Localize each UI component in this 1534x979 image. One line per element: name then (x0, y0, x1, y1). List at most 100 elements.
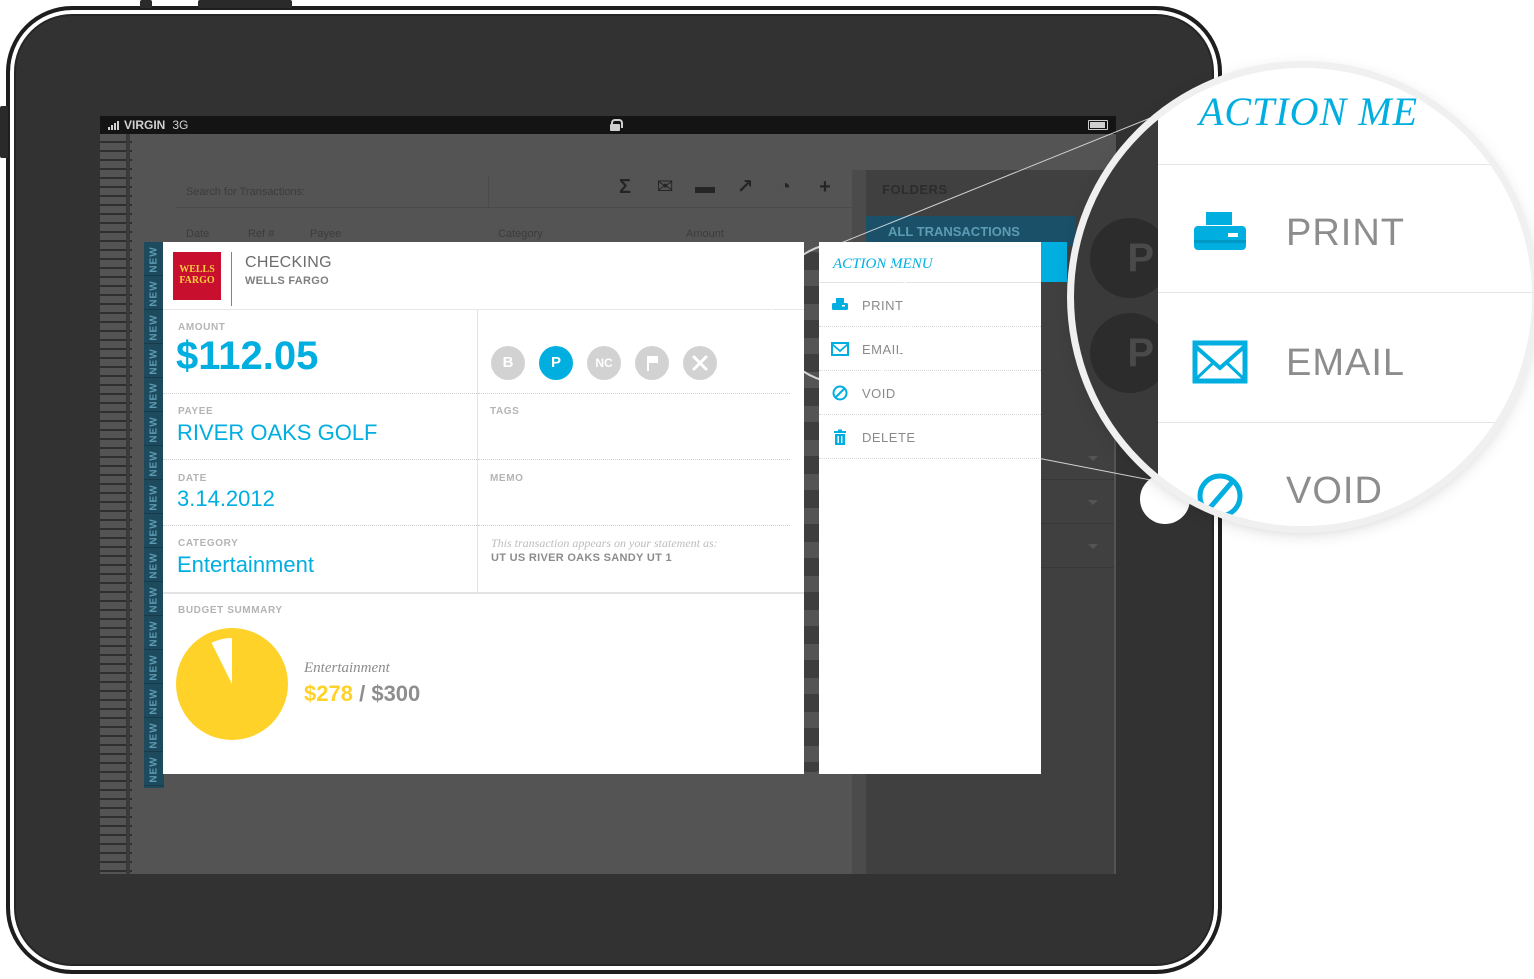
statement-note: This transaction appears on your stateme… (491, 536, 718, 550)
new-tag: NEW (144, 650, 164, 684)
status-p-button[interactable]: P (539, 346, 573, 380)
budget-separator: / (359, 681, 366, 706)
budget-divider (163, 592, 804, 594)
printer-icon (1194, 212, 1246, 250)
new-tag-label: NEW (148, 381, 160, 409)
category-label: CATEGORY (178, 538, 239, 549)
payee-field[interactable]: PAYEE RIVER OAKS GOLF (163, 394, 477, 460)
void-icon (832, 385, 848, 401)
new-tag-label: NEW (148, 551, 160, 579)
new-tag: NEW (144, 378, 164, 412)
envelope-icon (1192, 340, 1248, 384)
status-nc-button[interactable]: NC (587, 346, 621, 380)
account-header: WELLS FARGO CHECKING WELLS FARGO (163, 242, 804, 310)
sigma-icon[interactable]: Σ (612, 174, 638, 200)
tags-field[interactable]: TAGS (478, 394, 790, 460)
category-value: Entertainment (177, 552, 314, 577)
new-tag-label: NEW (148, 449, 160, 477)
zoom-magnifier: P P ACTION ME PRINT EMAIL VOID (1074, 68, 1532, 526)
envelope-icon[interactable]: ✉ (652, 174, 678, 200)
memo-label: MEMO (490, 473, 524, 484)
date-label: DATE (178, 473, 207, 484)
new-tag-label: NEW (148, 755, 160, 783)
new-tag: NEW (144, 684, 164, 718)
clear-button[interactable] (683, 346, 717, 380)
pie-chart-icon[interactable]: ◔ (772, 174, 798, 200)
device-button (140, 0, 152, 8)
date-field[interactable]: DATE 3.14.2012 (163, 460, 477, 526)
share-icon[interactable]: ↗ (732, 174, 758, 200)
zoom-item-print[interactable]: PRINT (1286, 212, 1405, 255)
device-volume-button (0, 106, 8, 158)
new-tag: NEW (144, 718, 164, 752)
column-header-amount[interactable]: Amount (686, 228, 724, 240)
plus-icon[interactable]: + (812, 174, 838, 200)
carrier-name: VIRGIN (124, 118, 166, 132)
column-header-ref[interactable]: Ref # (248, 228, 274, 240)
status-b-button[interactable]: B (491, 346, 525, 380)
printer-icon[interactable]: ▬ (692, 174, 718, 200)
search-divider (488, 176, 489, 208)
new-tag-label: NEW (148, 279, 160, 307)
menu-item-delete[interactable]: DELETE (819, 415, 1041, 459)
menu-item-label: DELETE (862, 430, 916, 445)
header-divider (231, 252, 232, 306)
column-header-payee[interactable]: Payee (310, 228, 341, 240)
new-tag-label: NEW (148, 721, 160, 749)
zoom-divider (1158, 422, 1532, 423)
new-tags-column: NEW NEW NEW NEW NEW NEW NEW NEW NEW NEW NEW NEW NEW N… (144, 242, 164, 788)
memo-field[interactable]: MEMO (478, 460, 790, 526)
signal-group: VIRGIN 3G (108, 116, 188, 134)
void-icon (1197, 473, 1243, 516)
new-tag: NEW (144, 548, 164, 582)
trash-icon (834, 429, 846, 445)
share-tab-button[interactable] (1041, 242, 1067, 282)
account-title: CHECKING (245, 254, 332, 271)
folders-label: FOLDERS (882, 182, 948, 197)
zoom-item-void[interactable]: VOID (1286, 470, 1383, 513)
zoom-dark-area (1074, 68, 1158, 526)
column-header-date[interactable]: Date (186, 228, 209, 240)
zoom-item-email[interactable]: EMAIL (1286, 342, 1405, 385)
status-field (478, 310, 790, 394)
zoom-menu-area (1158, 68, 1532, 526)
zoom-lens-ring (771, 242, 913, 384)
tags-label: TAGS (490, 406, 520, 417)
amount-value: $112.05 (176, 334, 319, 378)
new-tag-label: NEW (148, 415, 160, 443)
new-tag-label: NEW (148, 585, 160, 613)
close-icon (692, 355, 708, 371)
budget-spent: $278 (304, 681, 353, 706)
new-tag-label: NEW (148, 313, 160, 341)
status-bar: VIRGIN 3G (100, 116, 1116, 134)
payee-value: RIVER OAKS GOLF (177, 420, 378, 445)
flag-button[interactable] (635, 346, 669, 380)
flag-icon (647, 356, 658, 371)
device-power-button (198, 0, 292, 8)
category-field[interactable]: CATEGORY Entertainment (163, 526, 477, 592)
menu-item-label: VOID (862, 386, 896, 401)
transaction-detail-card: WELLS FARGO CHECKING WELLS FARGO AMOUNT … (163, 242, 804, 774)
column-header-category[interactable]: Category (498, 228, 543, 240)
amount-field[interactable]: AMOUNT $112.05 (163, 310, 477, 394)
new-tag: NEW (144, 242, 164, 276)
network-type: 3G (172, 118, 189, 132)
budget-total: $300 (371, 681, 421, 706)
payee-label: PAYEE (178, 406, 214, 417)
new-tag: NEW (144, 310, 164, 344)
wells-fargo-logo: WELLS FARGO (173, 252, 221, 300)
account-subtitle: WELLS FARGO (245, 275, 329, 287)
zoom-menu-title: ACTION ME (1199, 89, 1418, 134)
amount-label: AMOUNT (178, 322, 226, 333)
bank-logo-text: WELLS FARGO (179, 264, 215, 286)
signal-bars-icon (108, 120, 119, 130)
new-tag: NEW (144, 446, 164, 480)
budget-pie-chart (176, 628, 288, 740)
budget-amounts: $278 / $300 (304, 681, 420, 707)
new-tag-label: NEW (148, 687, 160, 715)
lock-icon (610, 119, 623, 131)
zoom-divider (1158, 164, 1532, 165)
new-tag: NEW (144, 276, 164, 310)
new-tag: NEW (144, 752, 164, 786)
new-tag: NEW (144, 616, 164, 650)
